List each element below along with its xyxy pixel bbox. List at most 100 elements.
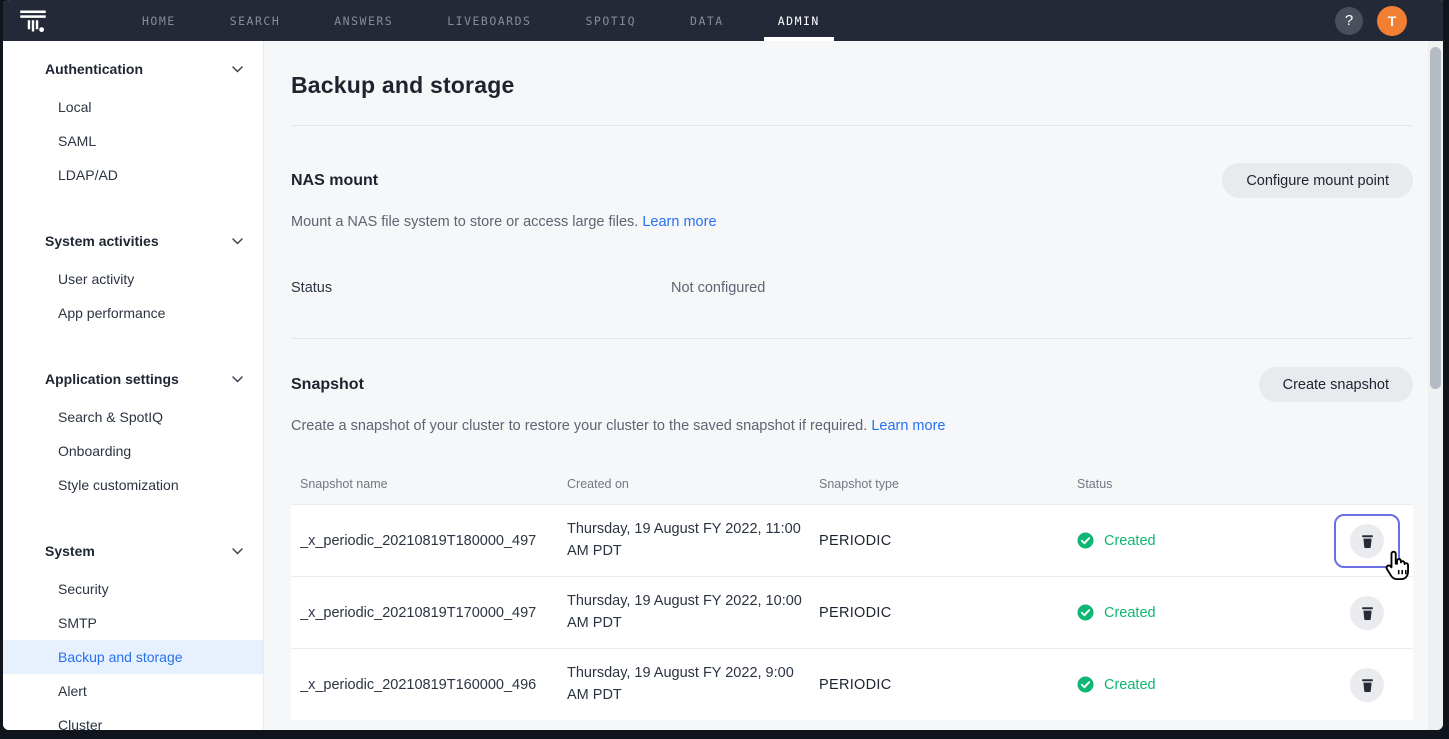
sidebar-section-authentication: Authentication Local SAML LDAP/AD	[3, 54, 263, 192]
nav-tab-spotiq[interactable]: SPOTIQ	[571, 0, 650, 41]
nas-mount-description: Mount a NAS file system to store or acce…	[291, 214, 638, 230]
status-cell: Created	[1077, 532, 1321, 549]
trash-icon	[1360, 533, 1375, 549]
snapshot-type-cell: PERIODIC	[819, 605, 1077, 621]
nas-status-value: Not configured	[671, 280, 1413, 296]
check-circle-icon	[1077, 604, 1094, 621]
nav-tab-liveboards[interactable]: LIVEBOARDS	[433, 0, 545, 41]
created-on-cell: Thursday, 19 August FY 2022, 9:00 AM PDT	[567, 663, 819, 705]
nav-tab-answers[interactable]: ANSWERS	[320, 0, 407, 41]
table-row: _x_periodic_20210819T170000_497 Thursday…	[291, 576, 1413, 648]
sidebar-item-app-performance[interactable]: App performance	[3, 296, 263, 330]
sidebar-header-label: Application settings	[45, 371, 179, 387]
status-badge: Created	[1104, 605, 1156, 621]
nav-tab-home[interactable]: HOME	[128, 0, 190, 41]
nav-tab-data[interactable]: DATA	[676, 0, 738, 41]
sidebar-item-onboarding[interactable]: Onboarding	[3, 434, 263, 468]
chevron-down-icon[interactable]	[232, 548, 243, 555]
sidebar-header-label: Authentication	[45, 61, 143, 77]
column-header-created-on: Created on	[567, 477, 819, 491]
page-title: Backup and storage	[291, 72, 1413, 99]
snapshot-table: Snapshot name Created on Snapshot type S…	[291, 464, 1413, 720]
table-row: _x_periodic_20210819T180000_497 Thursday…	[291, 504, 1413, 576]
sidebar-item-saml[interactable]: SAML	[3, 124, 263, 158]
chevron-down-icon[interactable]	[232, 238, 243, 245]
sidebar-header-authentication[interactable]: Authentication	[3, 54, 263, 84]
table-row: _x_periodic_20210819T160000_496 Thursday…	[291, 648, 1413, 720]
sidebar-item-cluster[interactable]: Cluster	[3, 708, 263, 730]
nas-mount-heading: NAS mount	[291, 172, 378, 190]
divider	[291, 125, 1413, 126]
question-mark-icon: ?	[1345, 12, 1353, 29]
divider	[291, 338, 1413, 339]
status-badge: Created	[1104, 533, 1156, 549]
sidebar-item-search-spotiq[interactable]: Search & SpotIQ	[3, 400, 263, 434]
created-on-cell: Thursday, 19 August FY 2022, 10:00 AM PD…	[567, 591, 819, 633]
check-circle-icon	[1077, 676, 1094, 693]
delete-snapshot-button[interactable]	[1350, 668, 1384, 702]
snapshot-section: Snapshot Create snapshot Create a snapsh…	[291, 367, 1413, 720]
sidebar-header-system-activities[interactable]: System activities	[3, 226, 263, 256]
nas-status-label: Status	[291, 280, 671, 296]
sidebar-section-application-settings: Application settings Search & SpotIQ Onb…	[3, 364, 263, 502]
main-content: Backup and storage NAS mount Configure m…	[264, 41, 1443, 730]
sidebar-header-label: System	[45, 543, 95, 559]
check-circle-icon	[1077, 532, 1094, 549]
sidebar-section-system: System Security SMTP Backup and storage …	[3, 536, 263, 730]
delete-button-focus-ring	[1334, 514, 1400, 568]
nav-tab-admin[interactable]: ADMIN	[764, 0, 834, 41]
sidebar-item-smtp[interactable]: SMTP	[3, 606, 263, 640]
scrollbar-thumb[interactable]	[1430, 47, 1441, 389]
snapshot-type-cell: PERIODIC	[819, 533, 1077, 549]
user-avatar[interactable]: T	[1377, 6, 1407, 36]
sidebar-header-system[interactable]: System	[3, 536, 263, 566]
snapshot-description: Create a snapshot of your cluster to res…	[291, 418, 867, 434]
avatar-initial: T	[1388, 13, 1397, 29]
sidebar-header-label: System activities	[45, 233, 159, 249]
thoughtspot-logo-icon	[18, 6, 48, 36]
snapshot-heading: Snapshot	[291, 376, 364, 394]
snapshot-learn-more-link[interactable]: Learn more	[871, 418, 945, 434]
snapshot-table-header: Snapshot name Created on Snapshot type S…	[291, 464, 1413, 504]
sidebar-item-ldap-ad[interactable]: LDAP/AD	[3, 158, 263, 192]
snapshot-name-cell: _x_periodic_20210819T170000_497	[300, 605, 567, 621]
column-header-status: Status	[1077, 477, 1321, 491]
snapshot-name-cell: _x_periodic_20210819T180000_497	[300, 533, 567, 549]
snapshot-name-cell: _x_periodic_20210819T160000_496	[300, 677, 567, 693]
sidebar-item-style-customization[interactable]: Style customization	[3, 468, 263, 502]
trash-icon	[1360, 605, 1375, 621]
admin-sidebar: Authentication Local SAML LDAP/AD System…	[3, 41, 264, 730]
nav-tabs: HOME SEARCH ANSWERS LIVEBOARDS SPOTIQ DA…	[115, 0, 847, 41]
sidebar-item-user-activity[interactable]: User activity	[3, 262, 263, 296]
nas-mount-section: NAS mount Configure mount point Mount a …	[291, 163, 1413, 339]
delete-snapshot-button[interactable]	[1350, 524, 1384, 558]
sidebar-section-system-activities: System activities User activity App perf…	[3, 226, 263, 330]
help-button[interactable]: ?	[1335, 7, 1363, 35]
app-screen: HOME SEARCH ANSWERS LIVEBOARDS SPOTIQ DA…	[3, 0, 1443, 730]
chevron-down-icon[interactable]	[232, 376, 243, 383]
top-navigation-bar: HOME SEARCH ANSWERS LIVEBOARDS SPOTIQ DA…	[3, 0, 1443, 41]
vertical-scrollbar	[1428, 41, 1443, 730]
sidebar-item-alert[interactable]: Alert	[3, 674, 263, 708]
configure-mount-point-button[interactable]: Configure mount point	[1222, 163, 1413, 198]
status-cell: Created	[1077, 604, 1321, 621]
sidebar-item-backup-and-storage[interactable]: Backup and storage	[3, 640, 263, 674]
created-on-cell: Thursday, 19 August FY 2022, 11:00 AM PD…	[567, 519, 819, 561]
status-badge: Created	[1104, 677, 1156, 693]
thoughtspot-logo[interactable]	[3, 0, 63, 41]
chevron-down-icon[interactable]	[232, 66, 243, 73]
status-cell: Created	[1077, 676, 1321, 693]
trash-icon	[1360, 677, 1375, 693]
snapshot-type-cell: PERIODIC	[819, 677, 1077, 693]
sidebar-item-security[interactable]: Security	[3, 572, 263, 606]
sidebar-header-application-settings[interactable]: Application settings	[3, 364, 263, 394]
sidebar-item-local[interactable]: Local	[3, 90, 263, 124]
nav-right-controls: ? T	[1335, 0, 1443, 41]
nav-tab-search[interactable]: SEARCH	[216, 0, 295, 41]
window-frame: HOME SEARCH ANSWERS LIVEBOARDS SPOTIQ DA…	[0, 0, 1449, 739]
column-header-snapshot-name: Snapshot name	[300, 477, 567, 491]
nas-learn-more-link[interactable]: Learn more	[642, 214, 716, 230]
column-header-snapshot-type: Snapshot type	[819, 477, 1077, 491]
delete-snapshot-button[interactable]	[1350, 596, 1384, 630]
create-snapshot-button[interactable]: Create snapshot	[1259, 367, 1413, 402]
